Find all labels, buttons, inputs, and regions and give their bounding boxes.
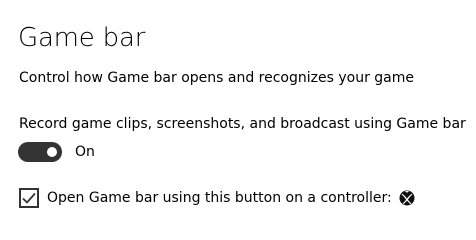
controller-button-setting: Open Game bar using this button on a con…: [19, 188, 415, 208]
toggle-state-label: On: [75, 144, 95, 160]
controller-button-label: Open Game bar using this button on a con…: [47, 190, 392, 206]
page-title: Game bar: [18, 23, 146, 53]
section-description: Control how Game bar opens and recognize…: [19, 70, 414, 86]
controller-button-checkbox[interactable]: [19, 188, 39, 208]
record-toggle-switch[interactable]: [18, 142, 62, 162]
xbox-logo-icon: [399, 190, 415, 206]
record-toggle-row: On: [18, 142, 95, 162]
game-bar-settings-page: Game bar Control how Game bar opens and …: [0, 0, 476, 237]
checkmark-icon: [21, 190, 37, 206]
record-setting-label: Record game clips, screenshots, and broa…: [19, 116, 466, 132]
toggle-knob: [47, 147, 57, 157]
